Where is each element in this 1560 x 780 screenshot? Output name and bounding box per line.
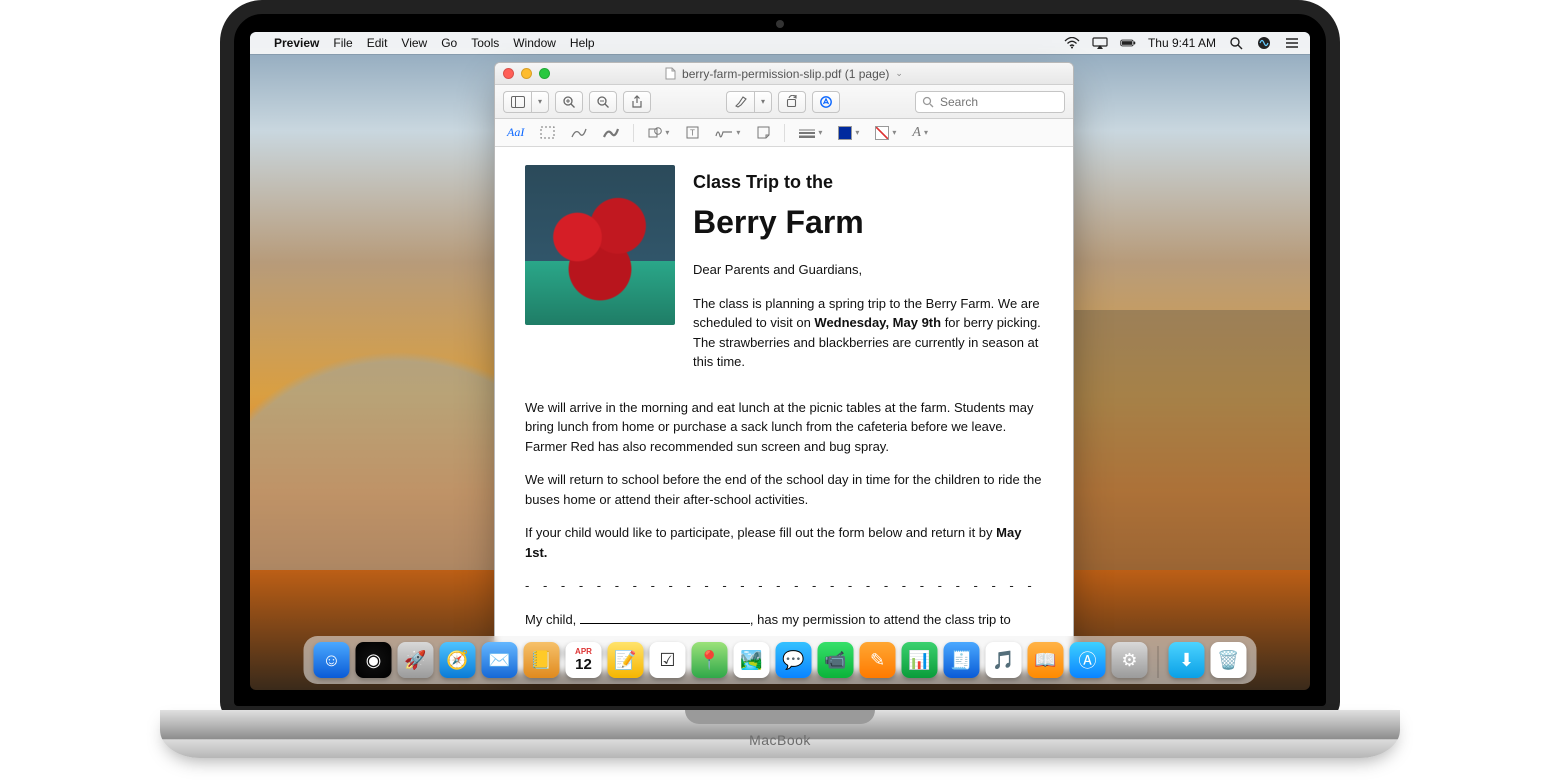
desktop-screen: Preview File Edit View Go Tools Window H… (250, 32, 1310, 690)
menu-file[interactable]: File (333, 36, 352, 50)
zoom-out-button[interactable] (589, 91, 617, 113)
dock-notes[interactable]: 📝 (608, 642, 644, 678)
text-style-button[interactable]: AaI (501, 122, 530, 144)
rotate-button[interactable] (778, 91, 806, 113)
dock-itunes[interactable]: 🎵 (986, 642, 1022, 678)
shapes-button[interactable]: ▾ (642, 122, 675, 144)
calendar-day: 12 (575, 656, 592, 673)
dock-reminders[interactable]: ☑︎ (650, 642, 686, 678)
menu-window[interactable]: Window (513, 36, 556, 50)
font-style-button[interactable]: A▾ (906, 122, 934, 144)
doc-kicker: Class Trip to the (693, 169, 1043, 196)
tear-line: - - - - - - - - - - - - - - - - - - - - … (525, 576, 1043, 596)
doc-title: Berry Farm (693, 198, 1043, 246)
border-color-button[interactable]: ▾ (832, 122, 865, 144)
dock-mail[interactable]: ✉️ (482, 642, 518, 678)
dock-separator (1158, 646, 1159, 678)
dock-messages[interactable]: 💬 (776, 642, 812, 678)
menubar: Preview File Edit View Go Tools Window H… (250, 32, 1310, 54)
note-button[interactable] (750, 122, 776, 144)
doc-paragraph-1: The class is planning a spring trip to t… (693, 294, 1043, 372)
title-dropdown-icon[interactable]: ⌄ (895, 68, 903, 79)
sketch-button[interactable] (565, 122, 593, 144)
search-icon (922, 96, 934, 108)
dock-appstore[interactable]: Ⓐ (1070, 642, 1106, 678)
window-title: berry-farm-permission-slip.pdf (1 page) (682, 67, 889, 81)
markup-toolbar: AaI ▾ T (495, 119, 1073, 147)
window-titlebar[interactable]: berry-farm-permission-slip.pdf (1 page) … (495, 63, 1073, 85)
dock-siri[interactable]: ◉ (356, 642, 392, 678)
close-button[interactable] (503, 68, 514, 79)
svg-text:T: T (690, 129, 695, 138)
search-field[interactable] (915, 91, 1065, 113)
dock-keynote[interactable]: 🧾 (944, 642, 980, 678)
menu-view[interactable]: View (401, 36, 427, 50)
share-button[interactable] (623, 91, 651, 113)
rect-select-button[interactable] (534, 122, 561, 144)
permission-line-1: My child, , has my permission to attend … (525, 610, 1043, 630)
dock-downloads[interactable]: ⬇︎ (1169, 642, 1205, 678)
camera-dot (776, 20, 784, 28)
zoom-in-button[interactable] (555, 91, 583, 113)
sign-button[interactable]: ▾ (709, 122, 746, 144)
document-page[interactable]: Class Trip to the Berry Farm Dear Parent… (495, 147, 1073, 671)
menu-tools[interactable]: Tools (471, 36, 499, 50)
laptop-frame: Preview File Edit View Go Tools Window H… (160, 0, 1400, 780)
dock-photos[interactable]: 🏞️ (734, 642, 770, 678)
dock-safari[interactable]: 🧭 (440, 642, 476, 678)
laptop-base: MacBook (160, 710, 1400, 758)
color-swatch-icon (838, 126, 852, 140)
doc-paragraph-4: If your child would like to participate,… (525, 523, 1043, 562)
doc-greeting: Dear Parents and Guardians, (693, 260, 1043, 280)
menu-go[interactable]: Go (441, 36, 457, 50)
doc-paragraph-3: We will return to school before the end … (525, 470, 1043, 509)
dock-sysprefs[interactable]: ⚙︎ (1112, 642, 1148, 678)
minimize-button[interactable] (521, 68, 532, 79)
view-mode-segment: ▾ (503, 91, 549, 113)
dock-launchpad[interactable]: 🚀 (398, 642, 434, 678)
dock-pages[interactable]: ✎ (860, 642, 896, 678)
window-toolbar: ▾ (495, 85, 1073, 119)
fill-color-button[interactable]: ▾ (869, 122, 902, 144)
name-blank[interactable] (580, 623, 750, 624)
document-image (525, 165, 675, 325)
spotlight-icon[interactable] (1228, 36, 1244, 50)
siri-icon[interactable] (1256, 36, 1272, 50)
menubar-app-name[interactable]: Preview (274, 36, 319, 50)
dock-maps[interactable]: 📍 (692, 642, 728, 678)
fullscreen-button[interactable] (539, 68, 550, 79)
markup-toggle-button[interactable] (812, 91, 840, 113)
no-fill-icon (875, 126, 889, 140)
dock-numbers[interactable]: 📊 (902, 642, 938, 678)
menu-edit[interactable]: Edit (367, 36, 388, 50)
dock-finder[interactable]: ☺ (314, 642, 350, 678)
notification-center-icon[interactable] (1284, 36, 1300, 50)
dock-contacts[interactable]: 📒 (524, 642, 560, 678)
line-style-button[interactable]: ▾ (793, 122, 828, 144)
doc-paragraph-2: We will arrive in the morning and eat lu… (525, 398, 1043, 457)
airplay-icon[interactable] (1092, 36, 1108, 50)
preview-window: berry-farm-permission-slip.pdf (1 page) … (494, 62, 1074, 672)
dock: ☺ ◉ 🚀 🧭 ✉️ 📒 APR 12 📝 ☑︎ 📍 🏞️ 💬 📹 ✎ 📊 🧾 (304, 636, 1257, 684)
view-mode-dropdown[interactable]: ▾ (531, 91, 549, 113)
wifi-icon[interactable] (1064, 36, 1080, 50)
laptop-lid: Preview File Edit View Go Tools Window H… (220, 0, 1340, 720)
dock-trash[interactable]: 🗑️ (1211, 642, 1247, 678)
draw-button[interactable] (597, 122, 625, 144)
highlight-dropdown[interactable]: ▾ (754, 91, 772, 113)
battery-icon[interactable] (1120, 36, 1136, 50)
dock-ibooks[interactable]: 📖 (1028, 642, 1064, 678)
text-box-button[interactable]: T (679, 122, 705, 144)
sidebar-toggle-button[interactable] (503, 91, 531, 113)
dock-calendar[interactable]: APR 12 (566, 642, 602, 678)
highlight-button[interactable] (726, 91, 754, 113)
menubar-clock[interactable]: Thu 9:41 AM (1148, 36, 1216, 50)
laptop-brand: MacBook (749, 732, 811, 748)
menu-help[interactable]: Help (570, 36, 595, 50)
search-input[interactable] (940, 95, 1058, 109)
dock-facetime[interactable]: 📹 (818, 642, 854, 678)
document-icon (665, 67, 676, 80)
calendar-month: APR (575, 647, 592, 656)
